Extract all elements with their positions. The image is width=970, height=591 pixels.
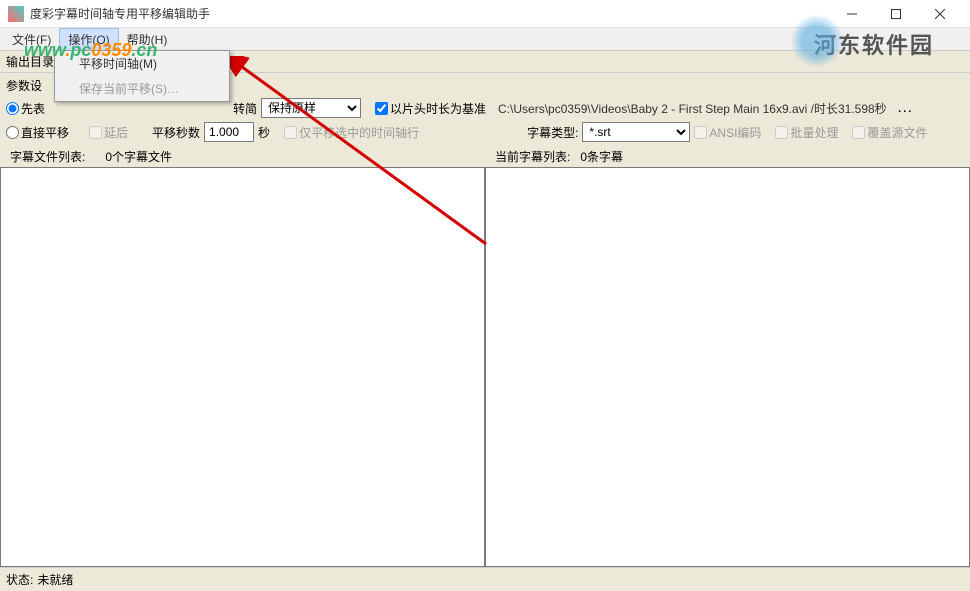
- window-title: 度彩字幕时间轴专用平移编辑助手: [30, 5, 830, 22]
- file-path-more-icon[interactable]: …: [897, 99, 913, 117]
- checkbox-only-selected[interactable]: 仅平移选中的时间轴行: [284, 124, 419, 141]
- checkbox-use-head-label: 以片头时长为基准: [390, 100, 486, 117]
- status-value: 未就绪: [37, 571, 73, 588]
- checkbox-ansi-label: ANSI编码: [709, 124, 761, 141]
- radio-first[interactable]: 先表: [6, 100, 45, 117]
- statusbar: 状态: 未就绪: [0, 567, 970, 591]
- subtitle-type-combo[interactable]: *.srt: [582, 122, 690, 142]
- checkbox-batch-label: 批量处理: [790, 124, 838, 141]
- right-list-count: 0条字幕: [580, 148, 623, 165]
- file-path: C:\Users\pc0359\Videos\Baby 2 - First St…: [498, 100, 887, 117]
- titlebar: 度彩字幕时间轴专用平移编辑助手: [0, 0, 970, 28]
- app-icon: [8, 6, 24, 22]
- subtitle-files-list[interactable]: [0, 167, 485, 567]
- checkbox-overwrite[interactable]: 覆盖源文件: [852, 124, 927, 141]
- checkbox-batch[interactable]: 批量处理: [775, 124, 838, 141]
- operate-dropdown: 平移时间轴(M) 保存当前平移(S)…: [54, 50, 230, 102]
- dropdown-shift-timeline[interactable]: 平移时间轴(M): [55, 51, 229, 76]
- checkbox-only-selected-label: 仅平移选中的时间轴行: [299, 124, 419, 141]
- status-label: 状态:: [6, 571, 33, 588]
- lists-container: [0, 167, 970, 567]
- shift-seconds-label: 平移秒数: [152, 124, 200, 141]
- convert-label: 转简: [233, 100, 257, 117]
- checkbox-delay[interactable]: 延后: [89, 124, 128, 141]
- minimize-button[interactable]: [830, 0, 874, 28]
- checkbox-overwrite-label: 覆盖源文件: [867, 124, 927, 141]
- convert-combo[interactable]: 保持原样: [261, 98, 361, 118]
- menu-file[interactable]: 文件(F): [4, 29, 59, 50]
- current-subtitles-list[interactable]: [485, 167, 970, 567]
- close-button[interactable]: [918, 0, 962, 28]
- dropdown-save-current[interactable]: 保存当前平移(S)…: [55, 76, 229, 101]
- radio-first-label: 先表: [21, 100, 45, 117]
- menu-help[interactable]: 帮助(H): [119, 29, 176, 50]
- subtitle-type-label: 字幕类型:: [527, 124, 578, 141]
- menubar: 文件(F) 操作(O) 帮助(H): [0, 28, 970, 50]
- shift-seconds-input[interactable]: [204, 122, 254, 142]
- right-list-label: 当前字幕列表:: [495, 148, 570, 165]
- seconds-label: 秒: [258, 124, 270, 141]
- menu-operate[interactable]: 操作(O): [59, 28, 118, 51]
- window-controls: [830, 0, 962, 28]
- radio-direct-label: 直接平移: [21, 124, 69, 141]
- lists-header: 字幕文件列表: 0个字幕文件 当前字幕列表: 0条字幕: [0, 146, 970, 167]
- checkbox-ansi[interactable]: ANSI编码: [694, 124, 761, 141]
- checkbox-use-head[interactable]: 以片头时长为基准: [375, 100, 486, 117]
- radio-direct[interactable]: 直接平移: [6, 124, 69, 141]
- left-list-label: 字幕文件列表:: [10, 148, 85, 165]
- left-list-count: 0个字幕文件: [105, 148, 172, 165]
- checkbox-delay-label: 延后: [104, 124, 128, 141]
- maximize-button[interactable]: [874, 0, 918, 28]
